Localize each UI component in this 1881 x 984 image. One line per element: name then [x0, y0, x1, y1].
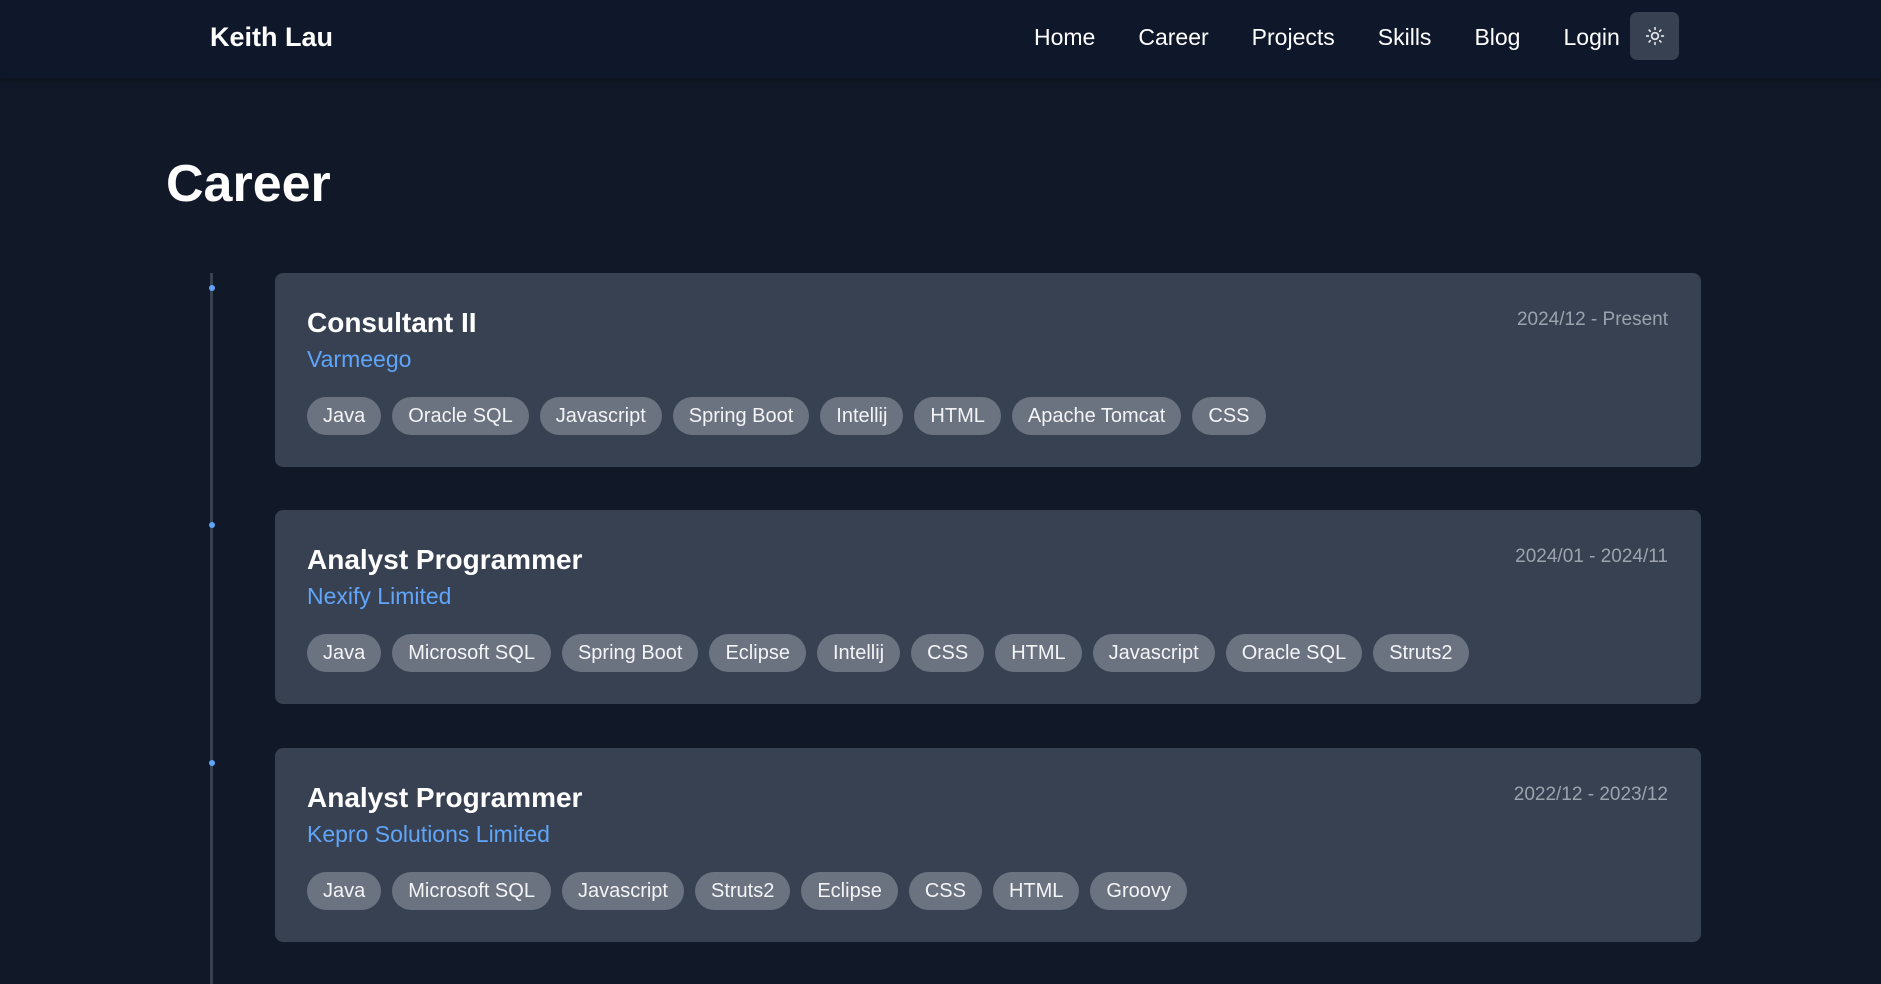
tag-list: Java Microsoft SQL Javascript Struts2 Ec…: [307, 872, 1198, 910]
tag-list: Java Oracle SQL Javascript Spring Boot I…: [307, 397, 1277, 435]
skill-tag: Oracle SQL: [392, 397, 529, 435]
skill-tag: CSS: [911, 634, 985, 672]
skill-tag: Javascript: [539, 397, 662, 435]
skill-tag: CSS: [908, 872, 982, 910]
nav-link-skills[interactable]: Skills: [1378, 24, 1432, 51]
skill-tag: Oracle SQL: [1225, 634, 1363, 672]
skill-tag: Groovy: [1090, 872, 1187, 910]
skill-tag: Apache Tomcat: [1011, 397, 1182, 435]
job-title: Consultant II: [307, 307, 477, 338]
nav-links: Home Career Projects Skills Blog Login: [1034, 24, 1663, 51]
nav-link-login[interactable]: Login: [1563, 24, 1619, 51]
company-name[interactable]: Varmeego: [307, 346, 411, 373]
timeline-dot: [209, 285, 215, 291]
timeline-line: [210, 273, 213, 984]
skill-tag: Eclipse: [709, 634, 806, 672]
tag-list: Java Microsoft SQL Spring Boot Eclipse I…: [307, 634, 1480, 672]
nav-link-career[interactable]: Career: [1138, 24, 1208, 51]
skill-tag: Javascript: [561, 872, 684, 910]
theme-toggle-button[interactable]: [1630, 12, 1679, 60]
skill-tag: HTML: [992, 872, 1080, 910]
skill-tag: HTML: [914, 397, 1001, 435]
skill-tag: Intellij: [816, 634, 901, 672]
date-range: 2024/12 - Present: [1516, 309, 1668, 330]
date-range: 2022/12 - 2023/12: [1513, 784, 1668, 805]
job-title: Analyst Programmer: [307, 544, 583, 575]
skill-tag: Microsoft SQL: [392, 634, 551, 672]
skill-tag: Intellij: [820, 397, 904, 435]
career-card: Analyst Programmer Kepro Solutions Limit…: [275, 748, 1701, 942]
navbar: Keith Lau Home Career Projects Skills Bl…: [0, 0, 1881, 78]
skill-tag: Javascript: [1092, 634, 1215, 672]
date-range: 2024/01 - 2024/11: [1515, 546, 1668, 567]
skill-tag: Java: [307, 634, 382, 672]
nav-link-home[interactable]: Home: [1034, 24, 1095, 51]
skill-tag: Spring Boot: [561, 634, 699, 672]
nav-link-projects[interactable]: Projects: [1252, 24, 1335, 51]
skill-tag: Struts2: [1373, 634, 1469, 672]
skill-tag: Microsoft SQL: [392, 872, 551, 910]
career-card: Consultant II Varmeego 2024/12 - Present…: [275, 273, 1701, 467]
skill-tag: Java: [307, 397, 382, 435]
skill-tag: Java: [307, 872, 382, 910]
career-card: Analyst Programmer Nexify Limited 2024/0…: [275, 510, 1701, 704]
skill-tag: Struts2: [694, 872, 791, 910]
timeline-dot: [209, 760, 215, 766]
nav-link-blog[interactable]: Blog: [1474, 24, 1520, 51]
skill-tag: CSS: [1192, 397, 1266, 435]
timeline-dot: [209, 522, 215, 528]
company-name[interactable]: Nexify Limited: [307, 583, 451, 610]
company-name[interactable]: Kepro Solutions Limited: [307, 821, 550, 848]
skill-tag: Eclipse: [801, 872, 898, 910]
skill-tag: Spring Boot: [672, 397, 810, 435]
sun-icon: [1645, 26, 1664, 46]
skill-tag: HTML: [995, 634, 1082, 672]
page-title: Career: [166, 155, 331, 213]
job-title: Analyst Programmer: [307, 782, 583, 813]
brand-logo[interactable]: Keith Lau: [210, 22, 333, 53]
